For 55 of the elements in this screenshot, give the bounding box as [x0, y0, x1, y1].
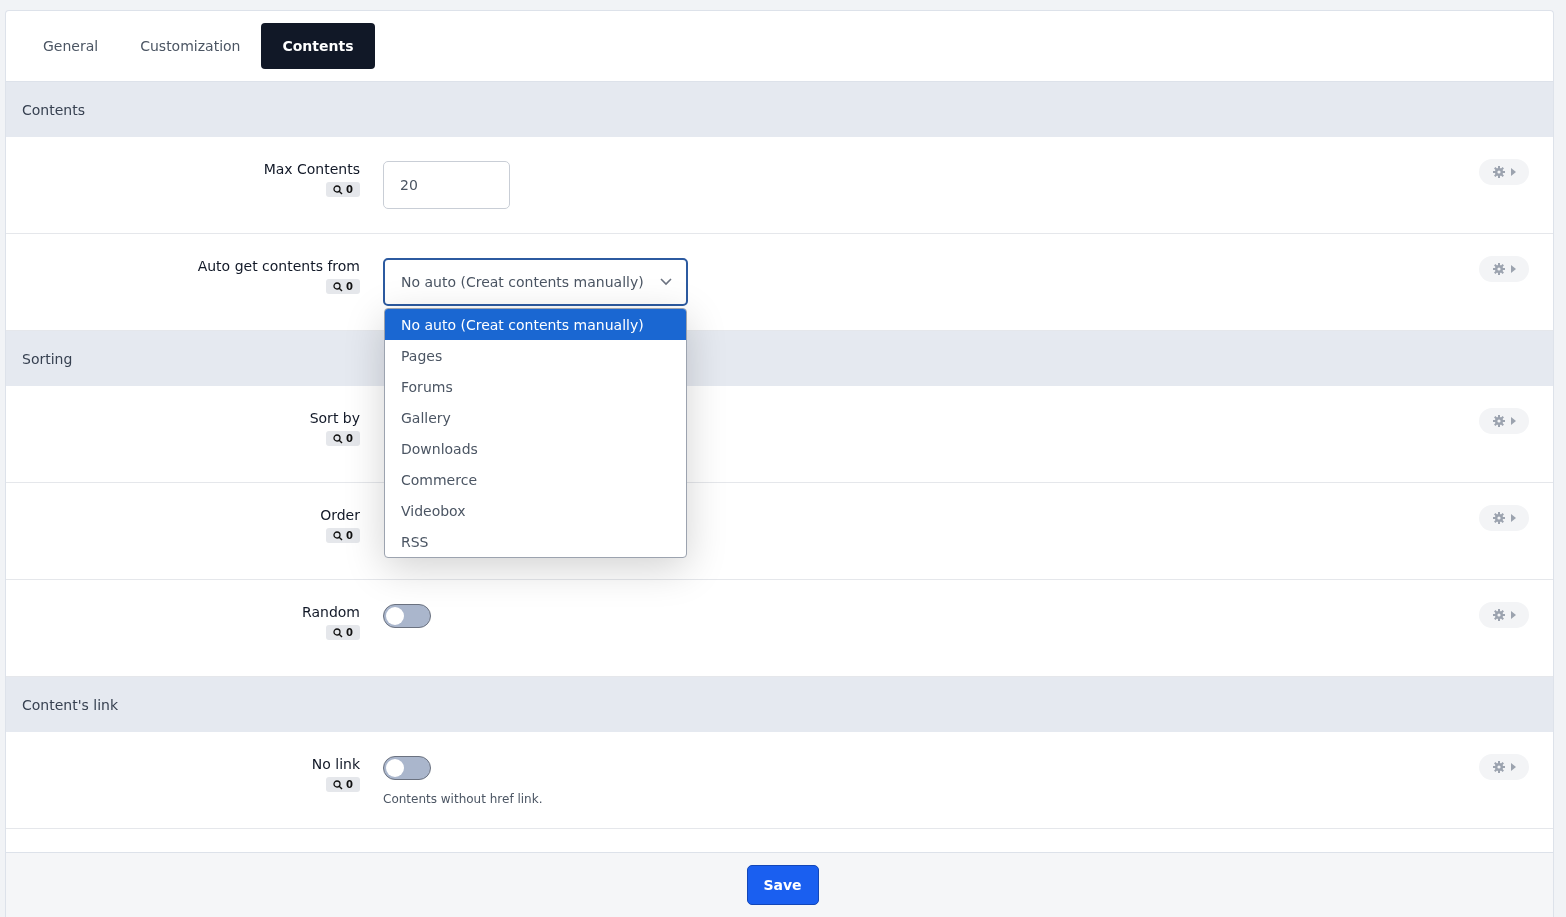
search-icon [333, 433, 344, 444]
toggle-switch[interactable] [383, 756, 431, 780]
search-icon [333, 530, 344, 541]
search-count-badge: 0 [326, 528, 360, 543]
section-header: Contents [6, 82, 1553, 137]
select-field[interactable]: No auto (Creat contents manually) [383, 258, 688, 306]
dropdown-option[interactable]: Gallery [385, 402, 686, 433]
field-label: Sort by [309, 410, 360, 426]
settings-button[interactable] [1479, 256, 1529, 282]
caret-icon [1510, 763, 1516, 771]
search-icon [333, 779, 344, 790]
dropdown-option[interactable]: Commerce [385, 464, 686, 495]
settings-button[interactable] [1479, 754, 1529, 780]
tab[interactable]: Customization [119, 23, 262, 69]
field-label: Random [302, 604, 360, 620]
search-count-badge: 0 [326, 279, 360, 294]
dropdown-option[interactable]: RSS [385, 526, 686, 557]
dropdown-option[interactable]: Videobox [385, 495, 686, 526]
tab[interactable]: Contents [261, 23, 375, 69]
caret-icon [1510, 417, 1516, 425]
search-count-badge: 0 [326, 431, 360, 446]
tab[interactable]: General [22, 23, 120, 69]
settings-button[interactable] [1479, 505, 1529, 531]
search-count-badge: 0 [326, 777, 360, 792]
help-text: Contents without href link. [383, 792, 544, 806]
settings-icon [1492, 761, 1505, 773]
caret-icon [1510, 611, 1516, 619]
dropdown-option[interactable]: No auto (Creat contents manually) [385, 309, 686, 340]
settings-icon [1492, 263, 1505, 275]
caret-icon [1510, 265, 1516, 273]
chevron-down-icon [660, 278, 672, 286]
dropdown-option[interactable]: Pages [385, 340, 686, 371]
settings-button[interactable] [1479, 159, 1529, 185]
field-label: Max Contents [263, 161, 360, 177]
caret-icon [1510, 168, 1516, 176]
search-count-badge: 0 [326, 625, 360, 640]
search-icon [333, 184, 344, 195]
number-input[interactable]: 20 [383, 161, 510, 209]
save-button[interactable]: Save [746, 865, 819, 905]
section-header: Content's link [6, 677, 1553, 732]
settings-button[interactable] [1479, 408, 1529, 434]
toggle-switch[interactable] [383, 604, 431, 628]
settings-icon [1492, 166, 1505, 178]
field-label: Order [320, 507, 360, 523]
search-icon [333, 281, 344, 292]
dropdown-option[interactable]: Downloads [385, 433, 686, 464]
settings-icon [1492, 512, 1505, 524]
field-label: No link [311, 756, 360, 772]
settings-icon [1492, 609, 1505, 621]
settings-icon [1492, 415, 1505, 427]
settings-button[interactable] [1479, 602, 1529, 628]
search-count-badge: 0 [326, 182, 360, 197]
search-icon [333, 627, 344, 638]
field-label: Auto get contents from [197, 258, 360, 274]
caret-icon [1510, 514, 1516, 522]
